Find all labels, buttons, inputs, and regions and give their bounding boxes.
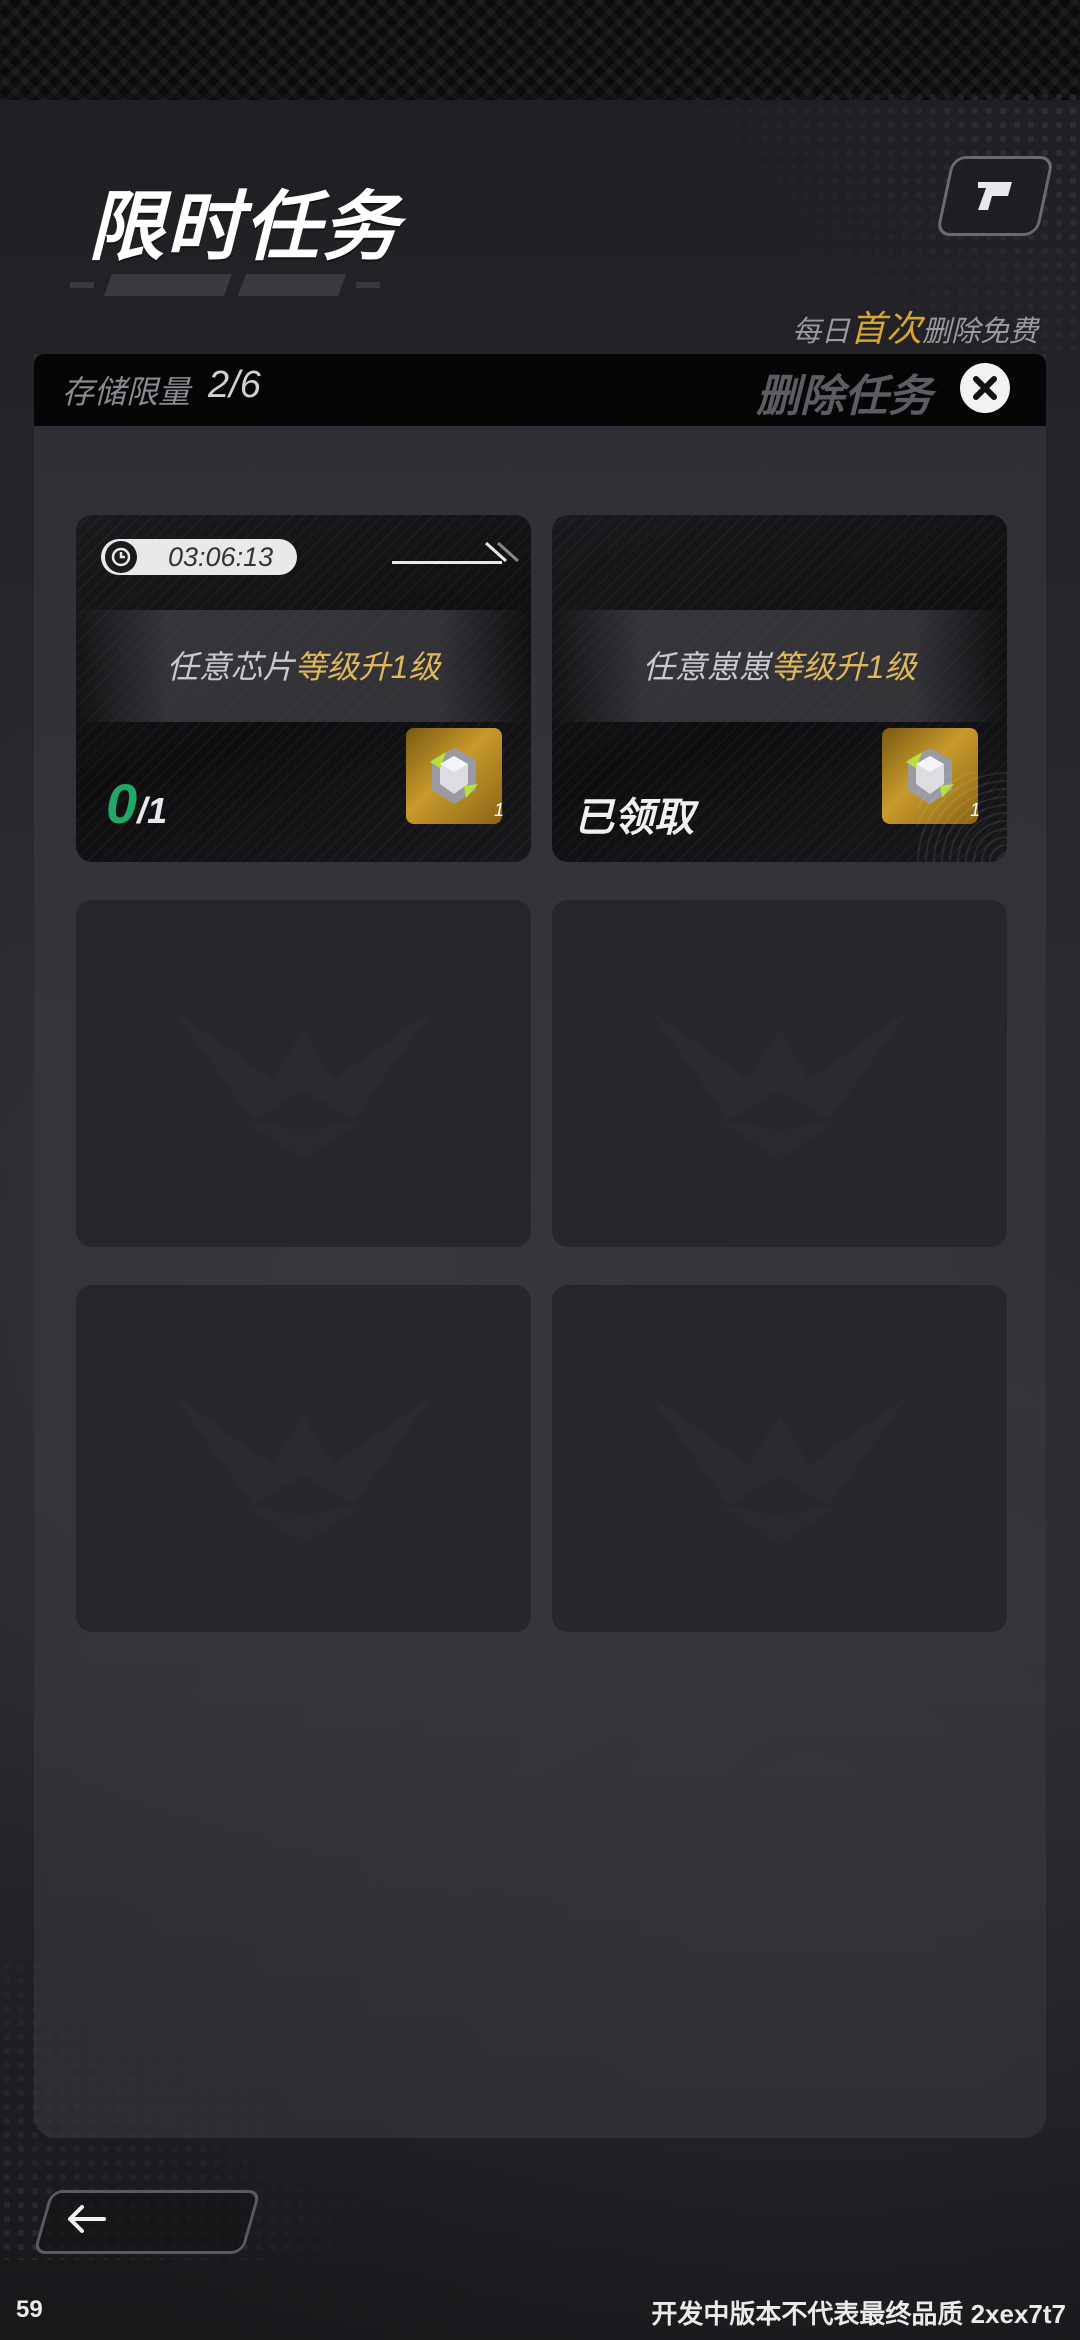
delete-task-button[interactable]: 删除任务 bbox=[756, 360, 932, 424]
help-icon bbox=[978, 182, 1012, 210]
task-description: 任意崽崽等级升1级 bbox=[642, 649, 917, 685]
reward-count: 1 bbox=[494, 800, 505, 820]
emblem-icon bbox=[649, 1395, 909, 1545]
claimed-status: 已领取 bbox=[574, 796, 694, 840]
close-icon bbox=[973, 376, 997, 400]
empty-task-slot bbox=[76, 1285, 531, 1632]
storage-label: 存储限量 bbox=[62, 374, 191, 410]
help-button[interactable] bbox=[935, 156, 1055, 236]
empty-task-slot bbox=[76, 900, 531, 1247]
timer-icon bbox=[105, 541, 137, 573]
chip-reward-icon[interactable] bbox=[406, 728, 502, 824]
empty-task-slot bbox=[552, 1285, 1007, 1632]
task-card[interactable]: 任意崽崽等级升1级 已领取 1 bbox=[552, 515, 1007, 862]
top-pattern-strip bbox=[0, 0, 1080, 100]
storage-count: 2/6 bbox=[208, 364, 261, 406]
corner-decoration bbox=[917, 772, 1007, 862]
close-button[interactable] bbox=[960, 363, 1010, 413]
emblem-icon bbox=[649, 1010, 909, 1160]
task-description: 任意芯片等级升1级 bbox=[166, 649, 441, 685]
empty-task-slot bbox=[552, 900, 1007, 1247]
decorative-slash bbox=[484, 541, 520, 563]
title-decoration bbox=[70, 272, 470, 298]
fps-counter: 59 bbox=[16, 2296, 43, 2323]
daily-free-delete-note: 每日首次删除免费 bbox=[791, 308, 1038, 349]
task-card[interactable]: 03:06:13 任意芯片等级升1级 0/1 1 bbox=[76, 515, 531, 862]
emblem-icon bbox=[173, 1010, 433, 1160]
emblem-icon bbox=[173, 1395, 433, 1545]
timer-text: 03:06:13 bbox=[168, 542, 274, 572]
build-watermark: 开发中版本不代表最终品质 2xex7t7 bbox=[651, 2299, 1066, 2329]
task-progress: 0/1 bbox=[106, 772, 168, 835]
page-title: 限时任务 bbox=[88, 185, 400, 270]
back-arrow-icon bbox=[68, 2205, 106, 2233]
